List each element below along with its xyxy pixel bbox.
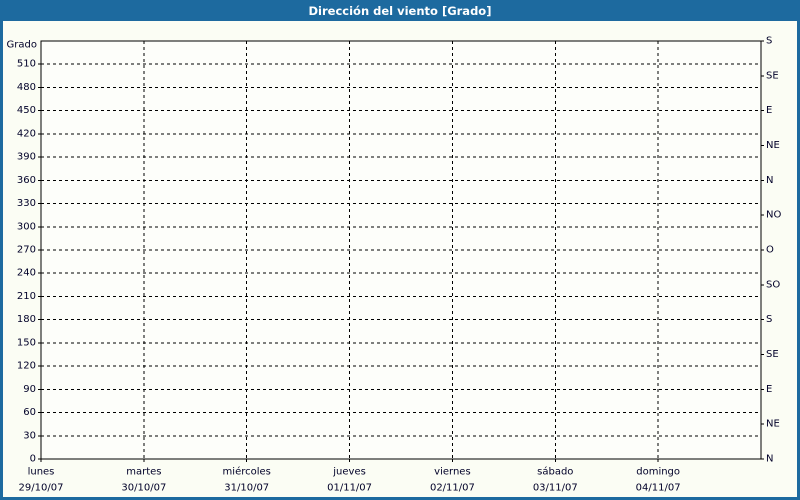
y-tick-label: 180 — [17, 314, 36, 325]
y-tick-label: 450 — [17, 105, 36, 116]
day-date-label: 29/10/07 — [19, 483, 64, 494]
y-tick-label: 210 — [17, 291, 36, 302]
y-tick-label: 30 — [23, 430, 36, 441]
day-name-label: viernes — [434, 467, 470, 478]
wind-direction-chart: 0 30 60 90 120 150 180 210 240 270 300 330 360 390 420… — [7, 36, 782, 494]
day-date-label: 30/10/07 — [121, 483, 166, 494]
day-date-label: 01/11/07 — [327, 483, 372, 494]
y-tick-label: 270 — [17, 245, 36, 256]
y-tick-label: 0 — [30, 454, 36, 465]
y-tick-label: 510 — [17, 59, 36, 70]
day-date-label: 31/10/07 — [224, 483, 269, 494]
day-date-label: 02/11/07 — [430, 483, 475, 494]
compass-label: SO — [766, 279, 780, 290]
y-tick-label: 120 — [17, 361, 36, 372]
day-name-label: martes — [126, 467, 161, 478]
y-tick-label: 420 — [17, 128, 36, 139]
y-tick-label: 240 — [17, 268, 36, 279]
compass-label: E — [766, 384, 772, 395]
day-name-label: lunes — [28, 467, 55, 478]
y-tick-label: 90 — [23, 384, 36, 395]
compass-label: SE — [766, 70, 779, 81]
day-name-label: jueves — [332, 467, 366, 478]
day-name-label: sábado — [537, 466, 573, 478]
chart-window: Dirección del viento [Grado] 0 30 60 90 120 1… — [0, 0, 800, 500]
compass-label: SE — [766, 349, 779, 360]
y-tick-label: 330 — [17, 198, 36, 209]
compass-label: S — [766, 314, 772, 325]
y-tick-label: 480 — [17, 82, 36, 93]
compass-label: N — [766, 454, 773, 465]
compass-label: NO — [766, 210, 781, 221]
compass-label: E — [766, 105, 772, 116]
day-date-label: 04/11/07 — [636, 483, 681, 494]
compass-label: N — [766, 175, 773, 186]
day-name-label: domingo — [636, 467, 680, 478]
compass-label: NE — [766, 419, 780, 430]
day-date-label: 03/11/07 — [533, 483, 578, 494]
y-tick-label: 360 — [17, 175, 36, 186]
compass-label: O — [766, 245, 774, 256]
y-tick-label: 60 — [23, 407, 36, 418]
y-axis-title: Grado — [7, 40, 37, 51]
y-tick-label: 390 — [17, 152, 36, 163]
day-name-label: miércoles — [223, 466, 271, 478]
y-tick-label: 300 — [17, 221, 36, 232]
compass-label: NE — [766, 140, 780, 151]
compass-label: S — [766, 36, 772, 47]
y-tick-label: 150 — [17, 337, 36, 348]
